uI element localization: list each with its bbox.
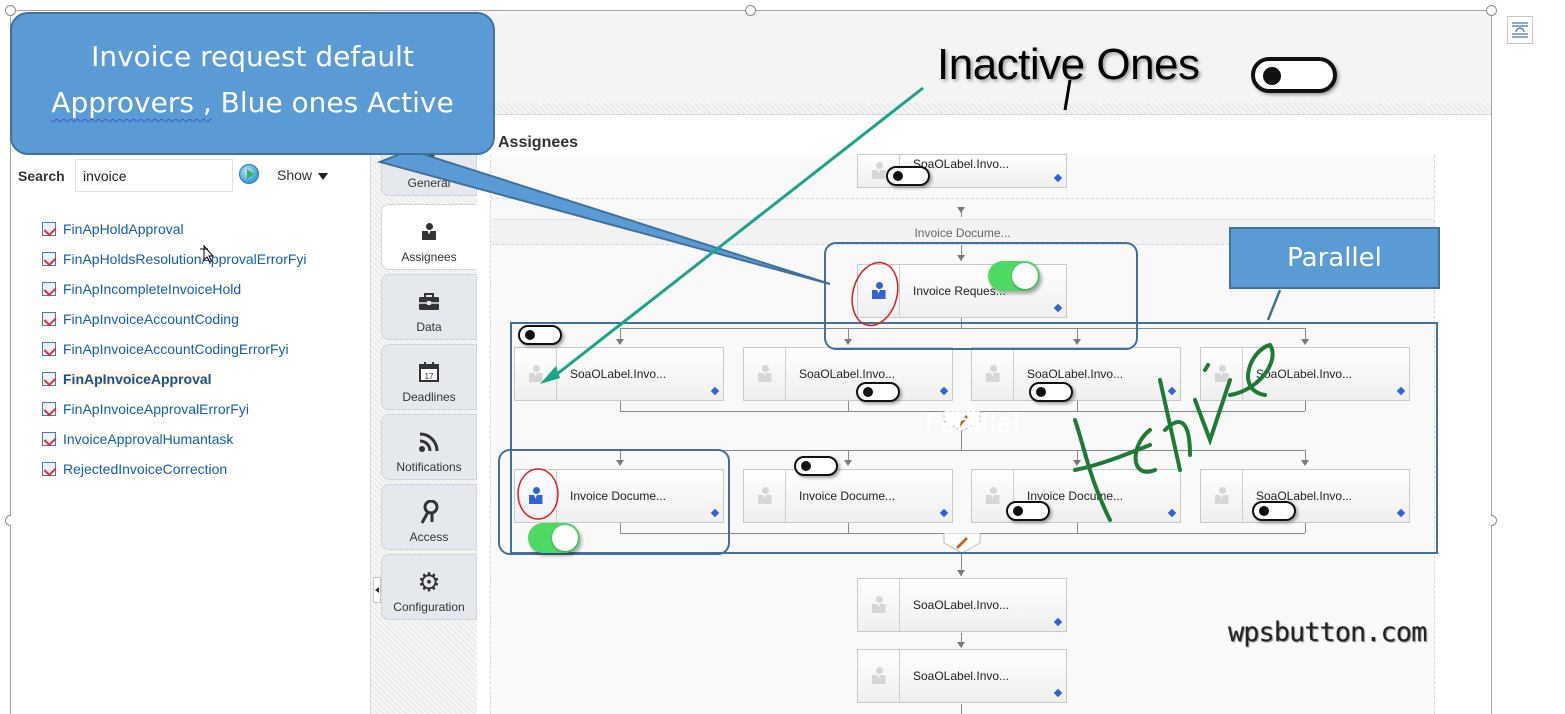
parallel-label-box: Parallel (1229, 227, 1440, 289)
toggle-off-icon (1029, 382, 1073, 402)
toggle-on-icon (528, 523, 580, 553)
toggle-off-icon (1006, 501, 1050, 521)
inactive-ones-title: Inactive Ones (937, 40, 1200, 89)
callout-line-2b: Blue ones Active (211, 86, 454, 119)
red-circle-mark (851, 261, 899, 327)
parallel-pointer (1266, 289, 1282, 321)
toggle-on-icon (988, 261, 1040, 291)
toggle-off-icon (518, 325, 562, 345)
callout-note: Invoice request default Approvers , Blue… (10, 12, 495, 155)
toggle-off-icon (1252, 501, 1296, 521)
callout-line-1: Invoice request default (91, 40, 414, 73)
teal-arrow-line (551, 86, 924, 380)
watermark: wpsbutton.com (1228, 617, 1427, 648)
callout-line-2a: Approvers , (51, 86, 212, 119)
toggle-off-icon (794, 456, 838, 476)
handwritten-active (1073, 342, 1275, 522)
toggle-off-icon (1251, 57, 1337, 93)
toggle-off-icon (856, 382, 900, 402)
callout-pointer (376, 148, 831, 285)
teal-arrowhead (540, 366, 560, 384)
toggle-off-icon (886, 166, 930, 186)
red-circle-mark (517, 468, 559, 520)
